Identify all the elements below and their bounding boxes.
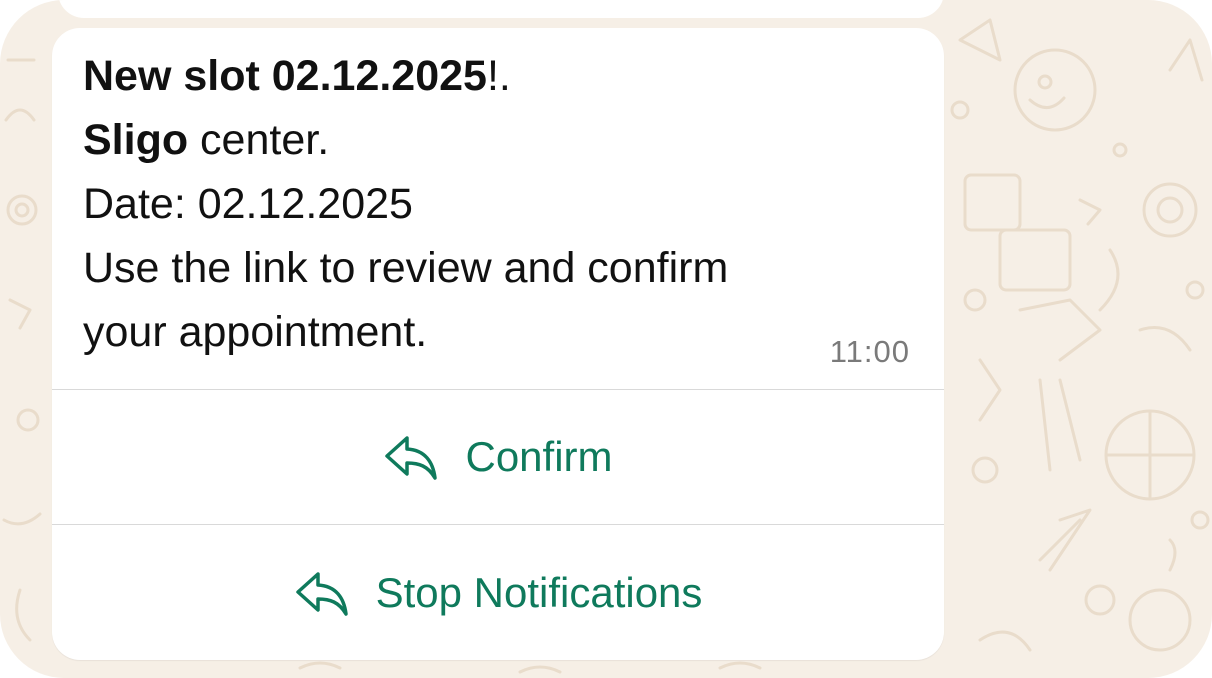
message-location-suffix: center.: [188, 116, 330, 164]
message-instruction-line2: your appointment.: [83, 308, 428, 356]
message-text: New slot 02.12.2025!. Sligo center. Date…: [83, 44, 883, 364]
stop-notifications-button[interactable]: Stop Notifications: [52, 525, 944, 660]
stop-notifications-label: Stop Notifications: [375, 568, 703, 616]
previous-message-bubble: [58, 0, 944, 18]
reply-icon: [383, 432, 439, 482]
message-title-suffix: !.: [486, 52, 511, 100]
message-line-title: New slot 02.12.2025!.: [83, 44, 883, 108]
message-line-location: Sligo center.: [83, 108, 883, 172]
message-title: New slot 02.12.2025: [83, 52, 487, 100]
confirm-button[interactable]: Confirm: [52, 390, 944, 524]
message-location: Sligo: [83, 116, 189, 164]
confirm-label: Confirm: [465, 433, 613, 480]
reply-icon: [294, 568, 350, 618]
chat-background: New slot 02.12.2025!. Sligo center. Date…: [0, 0, 1212, 678]
message-instruction-line1: Use the link to review and confirm: [83, 244, 729, 292]
message-date: Date: 02.12.2025: [83, 180, 413, 228]
message-timestamp: 11:00: [829, 334, 910, 369]
message-bubble: New slot 02.12.2025!. Sligo center. Date…: [52, 28, 944, 660]
